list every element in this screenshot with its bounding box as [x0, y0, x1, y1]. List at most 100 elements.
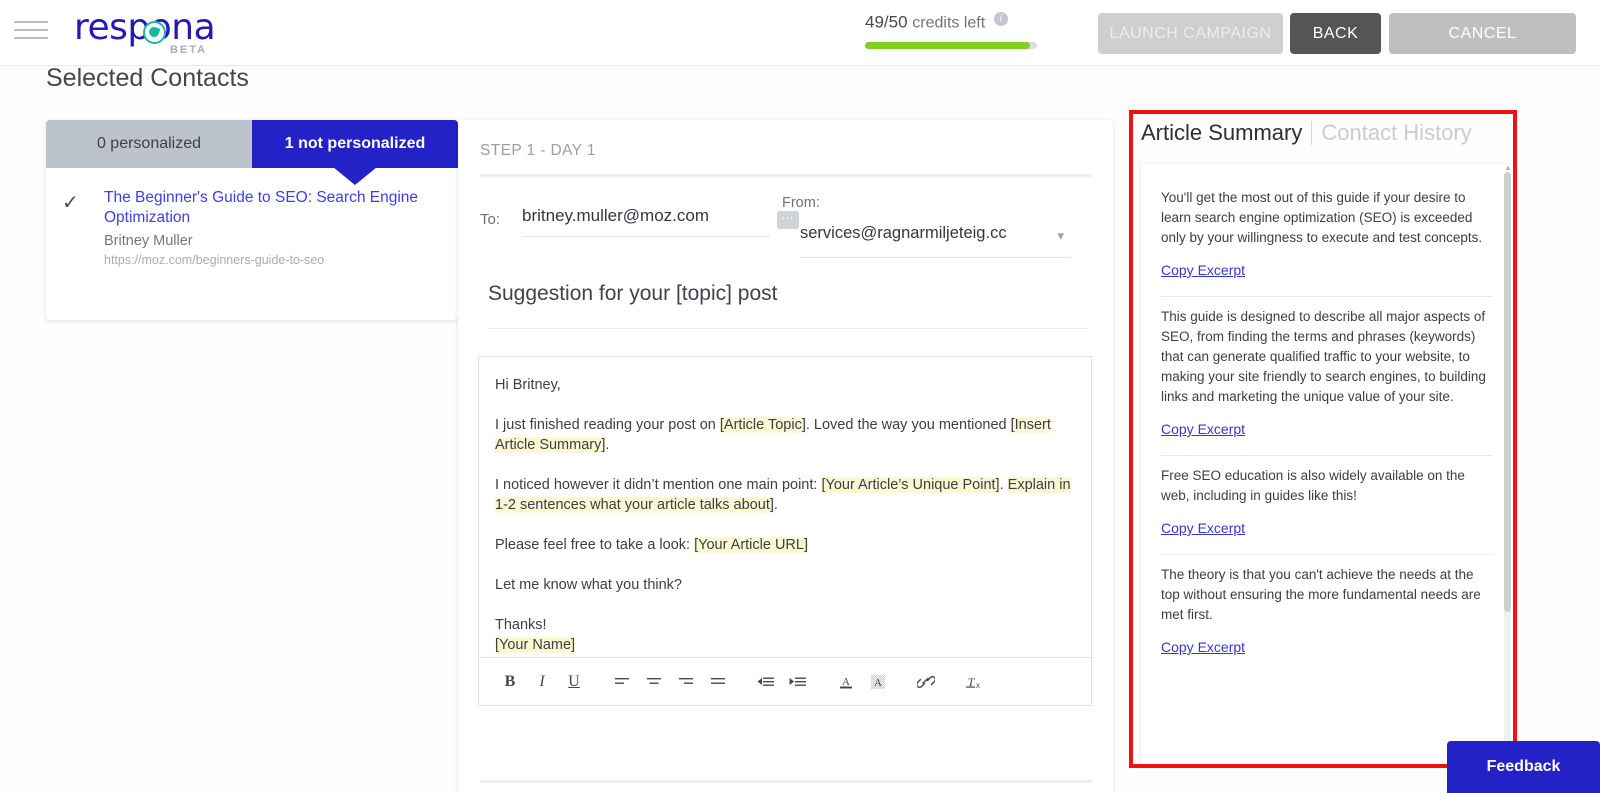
placeholder-article-url: [Your Article URL] — [694, 537, 808, 553]
font-color-icon[interactable]: A — [831, 667, 861, 697]
svg-text:x: x — [976, 681, 980, 690]
tab-not-personalized[interactable]: 1 not personalized — [252, 120, 458, 168]
excerpt-text: You'll get the most out of this guide if… — [1161, 190, 1483, 245]
tab-contact-history[interactable]: Contact History — [1321, 120, 1471, 146]
p4-text: Let me know what you think? — [495, 577, 682, 593]
placeholder-article-topic: [Article Topic] — [719, 417, 806, 433]
tab-personalized[interactable]: 0 personalized — [46, 120, 252, 168]
chevron-down-icon[interactable]: ▾ — [1057, 228, 1064, 244]
p2-text-c: . — [773, 497, 778, 513]
bold-icon[interactable]: B — [495, 667, 525, 697]
step-label: STEP 1 - DAY 1 — [480, 142, 596, 159]
to-input[interactable]: britney.muller@moz.com — [522, 206, 770, 237]
excerpt-scroll-area: You'll get the most out of this guide if… — [1141, 164, 1515, 764]
subject-input[interactable]: Suggestion for your [topic] post — [488, 282, 1088, 329]
align-center-icon[interactable] — [639, 667, 669, 697]
email-body-editor[interactable]: Hi Britney, I just finished reading your… — [478, 356, 1092, 658]
selected-contacts-card: 0 personalized 1 not personalized ✓ The … — [46, 120, 458, 320]
check-icon[interactable]: ✓ — [62, 193, 80, 213]
align-right-icon[interactable] — [671, 667, 701, 697]
tab-article-summary[interactable]: Article Summary — [1141, 120, 1302, 146]
cancel-button[interactable]: CANCEL — [1389, 13, 1576, 54]
hamburger-bar — [14, 21, 48, 23]
p1-text-a: I just finished reading your post on — [495, 417, 720, 433]
scrollbar-thumb[interactable] — [1504, 172, 1511, 612]
p5-text: Thanks! — [495, 617, 547, 633]
right-panel-tabs: Article Summary Contact History — [1141, 120, 1472, 146]
copy-excerpt-button[interactable]: Copy Excerpt — [1161, 639, 1245, 655]
credits-count: 49/50 — [865, 12, 908, 32]
p2-text-a: I noticed however it didn’t mention one … — [495, 477, 822, 493]
from-selected-value: services@ragnarmiljeteig.cc — [800, 224, 1007, 242]
contacts-tabs: 0 personalized 1 not personalized — [46, 120, 458, 168]
insert-link-icon[interactable] — [911, 667, 941, 697]
p3-text-a: Please feel free to take a look: — [495, 537, 695, 553]
logo-leaf-icon — [142, 21, 166, 44]
hamburger-bar — [14, 37, 48, 39]
credits-progress-fill — [865, 41, 1031, 49]
tab-separator — [1311, 121, 1313, 145]
highlight-color-icon[interactable]: A — [863, 667, 893, 697]
divider — [480, 174, 1092, 177]
article-summary-panel: Article Summary Contact History You'll g… — [1133, 112, 1517, 772]
body-signature: [Your Name] — [495, 635, 1075, 655]
from-select[interactable]: services@ragnarmiljeteig.cc ▾ — [800, 224, 1070, 258]
info-icon[interactable]: i — [993, 12, 1008, 26]
body-paragraph-4: Let me know what you think? — [495, 575, 1075, 595]
align-left-icon[interactable] — [607, 667, 637, 697]
divider — [480, 780, 1092, 783]
excerpt-item: The theory is that you can't achieve the… — [1161, 555, 1493, 673]
body-signoff: Thanks! — [495, 615, 1075, 635]
placeholder-unique-point: [Your Article’s Unique Point] — [821, 477, 1000, 493]
copy-excerpt-button[interactable]: Copy Excerpt — [1161, 421, 1245, 437]
excerpt-item: You'll get the most out of this guide if… — [1161, 178, 1493, 297]
page-title: Selected Contacts — [46, 64, 249, 92]
underline-icon[interactable]: U — [559, 667, 589, 697]
copy-excerpt-button[interactable]: Copy Excerpt — [1161, 520, 1245, 536]
clear-formatting-icon[interactable]: Tx — [959, 667, 989, 697]
copy-excerpt-button[interactable]: Copy Excerpt — [1161, 262, 1245, 278]
scrollbar-track[interactable] — [1504, 172, 1511, 756]
to-label: To: — [480, 211, 501, 228]
credits-progress-bar — [865, 41, 1037, 49]
align-justify-icon[interactable] — [703, 667, 733, 697]
excerpt-item: This guide is designed to describe all m… — [1161, 297, 1493, 456]
credits-meter: 49/50 credits left i — [865, 12, 1045, 49]
app-root: respona BETA 49/50 credits left i LAUNCH… — [0, 0, 1600, 793]
back-button[interactable]: BACK — [1290, 13, 1381, 54]
contact-url: https://moz.com/beginners-guide-to-seo — [104, 253, 325, 267]
svg-text:A: A — [842, 676, 850, 688]
contact-list-item[interactable]: ✓ The Beginner's Guide to SEO: Search En… — [46, 188, 458, 267]
respona-logo[interactable]: respona BETA — [74, 8, 234, 58]
body-paragraph-1: I just finished reading your post on [Ar… — [495, 415, 1075, 455]
app-header: respona BETA 49/50 credits left i LAUNCH… — [0, 0, 1600, 66]
contact-article-title[interactable]: The Beginner's Guide to SEO: Search Engi… — [104, 188, 444, 228]
excerpt-list-card: You'll get the most out of this guide if… — [1141, 164, 1515, 764]
hamburger-bar — [14, 29, 48, 31]
outdent-icon[interactable] — [751, 667, 781, 697]
feedback-button[interactable]: Feedback — [1447, 741, 1600, 793]
email-composer-panel: STEP 1 - DAY 1 To: britney.muller@moz.co… — [458, 120, 1113, 793]
body-paragraph-3: Please feel free to take a look: [Your A… — [495, 535, 1075, 555]
scroll-up-icon[interactable]: ▲ — [1504, 164, 1512, 172]
body-paragraph-2: I noticed however it didn’t mention one … — [495, 475, 1075, 515]
excerpt-text: Free SEO education is also widely availa… — [1161, 468, 1465, 503]
excerpt-text: This guide is designed to describe all m… — [1161, 309, 1486, 404]
svg-text:A: A — [874, 677, 882, 689]
launch-campaign-button[interactable]: LAUNCH CAMPAIGN — [1098, 13, 1283, 54]
excerpt-text: The theory is that you can't achieve the… — [1161, 567, 1481, 622]
greeting-text: Hi Britney, — [495, 377, 561, 393]
p2-text-b: . — [999, 477, 1008, 493]
p1-text-c: . — [605, 437, 610, 453]
body-greeting: Hi Britney, — [495, 375, 1075, 395]
hamburger-icon[interactable] — [14, 17, 48, 43]
p1-text-b: . Loved the way you mentioned — [805, 417, 1011, 433]
from-field-row: From: services@ragnarmiljeteig.cc ▾ — [782, 195, 1072, 258]
indent-icon[interactable] — [783, 667, 813, 697]
excerpt-item: Free SEO education is also widely availa… — [1161, 456, 1493, 555]
credits-text: 49/50 credits left i — [865, 12, 1045, 33]
logo-beta-badge: BETA — [170, 44, 208, 56]
placeholder-your-name: [Your Name] — [495, 637, 576, 653]
italic-icon[interactable]: I — [527, 667, 557, 697]
contact-author-name: Britney Muller — [104, 233, 193, 249]
